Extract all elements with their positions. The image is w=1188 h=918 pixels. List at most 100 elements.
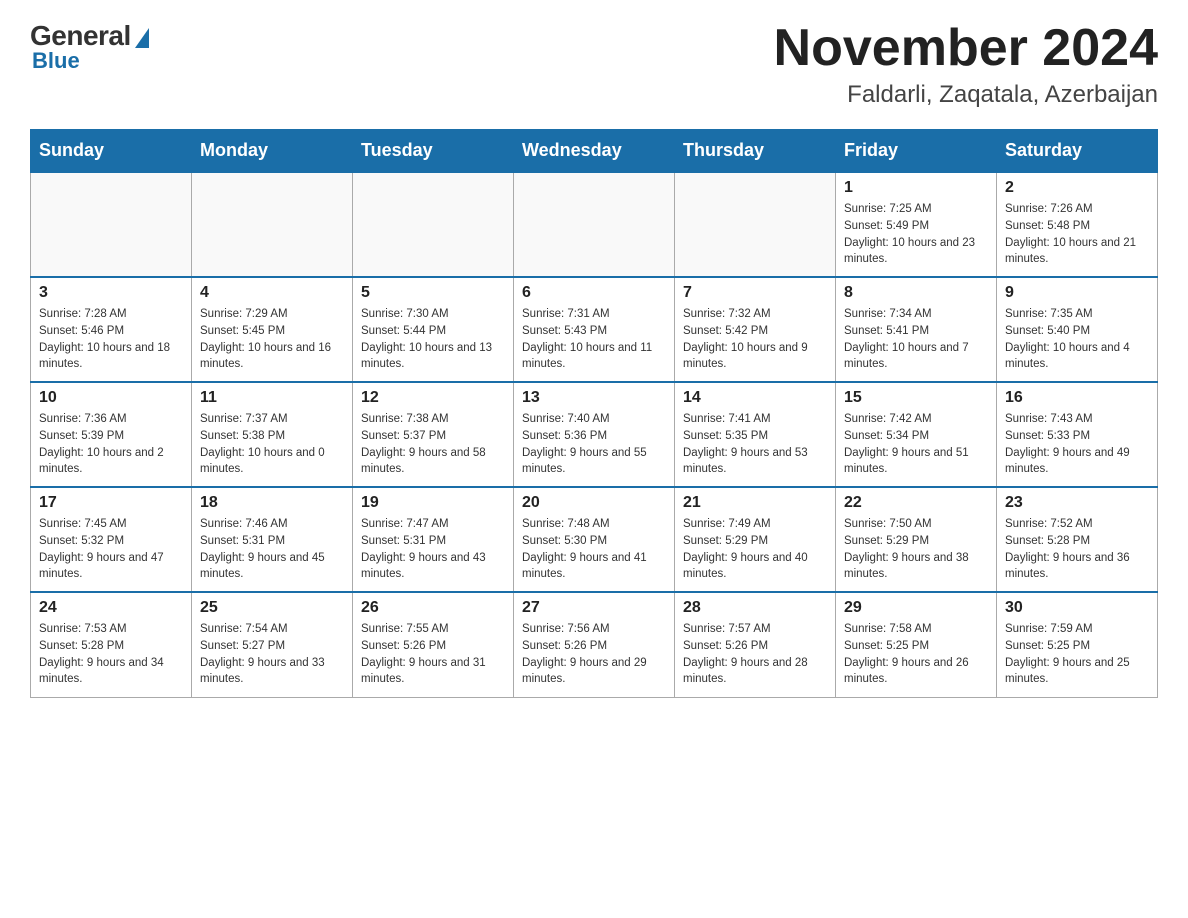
calendar-cell: 11 Sunrise: 7:37 AM Sunset: 5:38 PM Dayli… (192, 382, 353, 487)
calendar-header-sunday: Sunday (31, 130, 192, 173)
day-info: Sunrise: 7:55 AM Sunset: 5:26 PM Dayligh… (361, 621, 505, 688)
calendar-cell: 18Sunrise: 7:46 AM Sunset: 5:31 PM Dayli… (192, 487, 353, 592)
day-number: 1 (844, 179, 988, 197)
day-info: Sunrise: 7:57 AM Sunset: 5:26 PM Dayligh… (683, 621, 827, 688)
day-info: Sunrise: 7:35 AM Sunset: 5:40 PM Dayligh… (1005, 306, 1149, 373)
calendar-cell: 28 Sunrise: 7:57 AM Sunset: 5:26 PM Dayli… (675, 592, 836, 697)
day-number: 25 (200, 599, 344, 617)
day-info: Sunrise: 7:45 AM Sunset: 5:32 PM Dayligh… (39, 516, 183, 583)
calendar-cell: 6 Sunrise: 7:31 AM Sunset: 5:43 PM Daylig… (514, 277, 675, 382)
day-number: 22 (844, 494, 988, 512)
day-number: 21 (683, 494, 827, 512)
calendar-cell: 3 Sunrise: 7:28 AM Sunset: 5:46 PM Daylig… (31, 277, 192, 382)
day-number: 11 (200, 389, 344, 407)
day-number: 6 (522, 284, 666, 302)
day-info: Sunrise: 7:54 AM Sunset: 5:27 PM Dayligh… (200, 621, 344, 688)
day-info: Sunrise: 7:37 AM Sunset: 5:38 PM Dayligh… (200, 411, 344, 478)
calendar-header-saturday: Saturday (997, 130, 1158, 173)
calendar-cell: 30 Sunrise: 7:59 AM Sunset: 5:25 PM Dayli… (997, 592, 1158, 697)
day-info: Sunrise: 7:48 AM Sunset: 5:30 PM Dayligh… (522, 516, 666, 583)
day-number: 30 (1005, 599, 1149, 617)
day-info: Sunrise: 7:29 AM Sunset: 5:45 PM Dayligh… (200, 306, 344, 373)
day-info: Sunrise: 7:47 AM Sunset: 5:31 PM Dayligh… (361, 516, 505, 583)
calendar-header-friday: Friday (836, 130, 997, 173)
day-info: Sunrise: 7:49 AM Sunset: 5:29 PM Dayligh… (683, 516, 827, 583)
calendar-cell: 13Sunrise: 7:40 AM Sunset: 5:36 PM Dayli… (514, 382, 675, 487)
logo-blue-text: Blue (30, 48, 80, 74)
calendar-header-thursday: Thursday (675, 130, 836, 173)
calendar-header-wednesday: Wednesday (514, 130, 675, 173)
calendar-cell: 8 Sunrise: 7:34 AM Sunset: 5:41 PM Daylig… (836, 277, 997, 382)
day-info: Sunrise: 7:34 AM Sunset: 5:41 PM Dayligh… (844, 306, 988, 373)
calendar-cell: 4 Sunrise: 7:29 AM Sunset: 5:45 PM Daylig… (192, 277, 353, 382)
location-subtitle: Faldarli, Zaqatala, Azerbaijan (774, 81, 1158, 109)
calendar-cell: 26 Sunrise: 7:55 AM Sunset: 5:26 PM Dayli… (353, 592, 514, 697)
day-info: Sunrise: 7:52 AM Sunset: 5:28 PM Dayligh… (1005, 516, 1149, 583)
title-area: November 2024 Faldarli, Zaqatala, Azerba… (774, 20, 1158, 109)
day-number: 8 (844, 284, 988, 302)
logo: General Blue (30, 20, 149, 74)
calendar-cell (675, 172, 836, 277)
day-info: Sunrise: 7:28 AM Sunset: 5:46 PM Dayligh… (39, 306, 183, 373)
calendar-cell: 20 Sunrise: 7:48 AM Sunset: 5:30 PM Dayli… (514, 487, 675, 592)
calendar-cell: 7 Sunrise: 7:32 AM Sunset: 5:42 PM Daylig… (675, 277, 836, 382)
calendar-cell: 27 Sunrise: 7:56 AM Sunset: 5:26 PM Dayli… (514, 592, 675, 697)
day-info: Sunrise: 7:36 AM Sunset: 5:39 PM Dayligh… (39, 411, 183, 478)
day-info: Sunrise: 7:38 AM Sunset: 5:37 PM Dayligh… (361, 411, 505, 478)
day-number: 14 (683, 389, 827, 407)
day-number: 7 (683, 284, 827, 302)
day-info: Sunrise: 7:42 AM Sunset: 5:34 PM Dayligh… (844, 411, 988, 478)
calendar-cell: 29 Sunrise: 7:58 AM Sunset: 5:25 PM Dayli… (836, 592, 997, 697)
calendar-cell: 22Sunrise: 7:50 AM Sunset: 5:29 PM Dayli… (836, 487, 997, 592)
calendar-cell: 19 Sunrise: 7:47 AM Sunset: 5:31 PM Dayli… (353, 487, 514, 592)
logo-triangle-icon (135, 28, 149, 48)
day-number: 20 (522, 494, 666, 512)
day-number: 3 (39, 284, 183, 302)
calendar-table: SundayMondayTuesdayWednesdayThursdayFrid… (30, 129, 1158, 698)
calendar-header-tuesday: Tuesday (353, 130, 514, 173)
day-number: 23 (1005, 494, 1149, 512)
day-info: Sunrise: 7:25 AM Sunset: 5:49 PM Dayligh… (844, 201, 988, 268)
calendar-cell: 14 Sunrise: 7:41 AM Sunset: 5:35 PM Dayli… (675, 382, 836, 487)
day-number: 13 (522, 389, 666, 407)
page-header: General Blue November 2024 Faldarli, Zaq… (30, 20, 1158, 109)
calendar-cell: 12 Sunrise: 7:38 AM Sunset: 5:37 PM Dayli… (353, 382, 514, 487)
calendar-week-row-4: 17 Sunrise: 7:45 AM Sunset: 5:32 PM Dayli… (31, 487, 1158, 592)
day-number: 15 (844, 389, 988, 407)
calendar-cell: 23 Sunrise: 7:52 AM Sunset: 5:28 PM Dayli… (997, 487, 1158, 592)
day-number: 16 (1005, 389, 1149, 407)
calendar-cell: 15 Sunrise: 7:42 AM Sunset: 5:34 PM Dayli… (836, 382, 997, 487)
calendar-cell: 21 Sunrise: 7:49 AM Sunset: 5:29 PM Dayli… (675, 487, 836, 592)
day-number: 10 (39, 389, 183, 407)
day-info: Sunrise: 7:31 AM Sunset: 5:43 PM Dayligh… (522, 306, 666, 373)
day-number: 26 (361, 599, 505, 617)
day-info: Sunrise: 7:43 AM Sunset: 5:33 PM Dayligh… (1005, 411, 1149, 478)
calendar-cell: 25 Sunrise: 7:54 AM Sunset: 5:27 PM Dayli… (192, 592, 353, 697)
calendar-cell: 24Sunrise: 7:53 AM Sunset: 5:28 PM Dayli… (31, 592, 192, 697)
day-number: 19 (361, 494, 505, 512)
day-info: Sunrise: 7:41 AM Sunset: 5:35 PM Dayligh… (683, 411, 827, 478)
day-info: Sunrise: 7:30 AM Sunset: 5:44 PM Dayligh… (361, 306, 505, 373)
calendar-cell: 17 Sunrise: 7:45 AM Sunset: 5:32 PM Dayli… (31, 487, 192, 592)
day-number: 4 (200, 284, 344, 302)
day-info: Sunrise: 7:59 AM Sunset: 5:25 PM Dayligh… (1005, 621, 1149, 688)
day-info: Sunrise: 7:46 AM Sunset: 5:31 PM Dayligh… (200, 516, 344, 583)
calendar-cell: 2 Sunrise: 7:26 AM Sunset: 5:48 PM Daylig… (997, 172, 1158, 277)
day-info: Sunrise: 7:32 AM Sunset: 5:42 PM Dayligh… (683, 306, 827, 373)
day-number: 2 (1005, 179, 1149, 197)
day-number: 9 (1005, 284, 1149, 302)
calendar-header-monday: Monday (192, 130, 353, 173)
day-info: Sunrise: 7:26 AM Sunset: 5:48 PM Dayligh… (1005, 201, 1149, 268)
day-info: Sunrise: 7:56 AM Sunset: 5:26 PM Dayligh… (522, 621, 666, 688)
day-number: 27 (522, 599, 666, 617)
month-year-title: November 2024 (774, 20, 1158, 77)
calendar-header-row: SundayMondayTuesdayWednesdayThursdayFrid… (31, 130, 1158, 173)
day-number: 12 (361, 389, 505, 407)
day-number: 29 (844, 599, 988, 617)
calendar-cell: 1 Sunrise: 7:25 AM Sunset: 5:49 PM Daylig… (836, 172, 997, 277)
day-info: Sunrise: 7:58 AM Sunset: 5:25 PM Dayligh… (844, 621, 988, 688)
day-number: 5 (361, 284, 505, 302)
day-number: 17 (39, 494, 183, 512)
day-info: Sunrise: 7:53 AM Sunset: 5:28 PM Dayligh… (39, 621, 183, 688)
day-number: 28 (683, 599, 827, 617)
